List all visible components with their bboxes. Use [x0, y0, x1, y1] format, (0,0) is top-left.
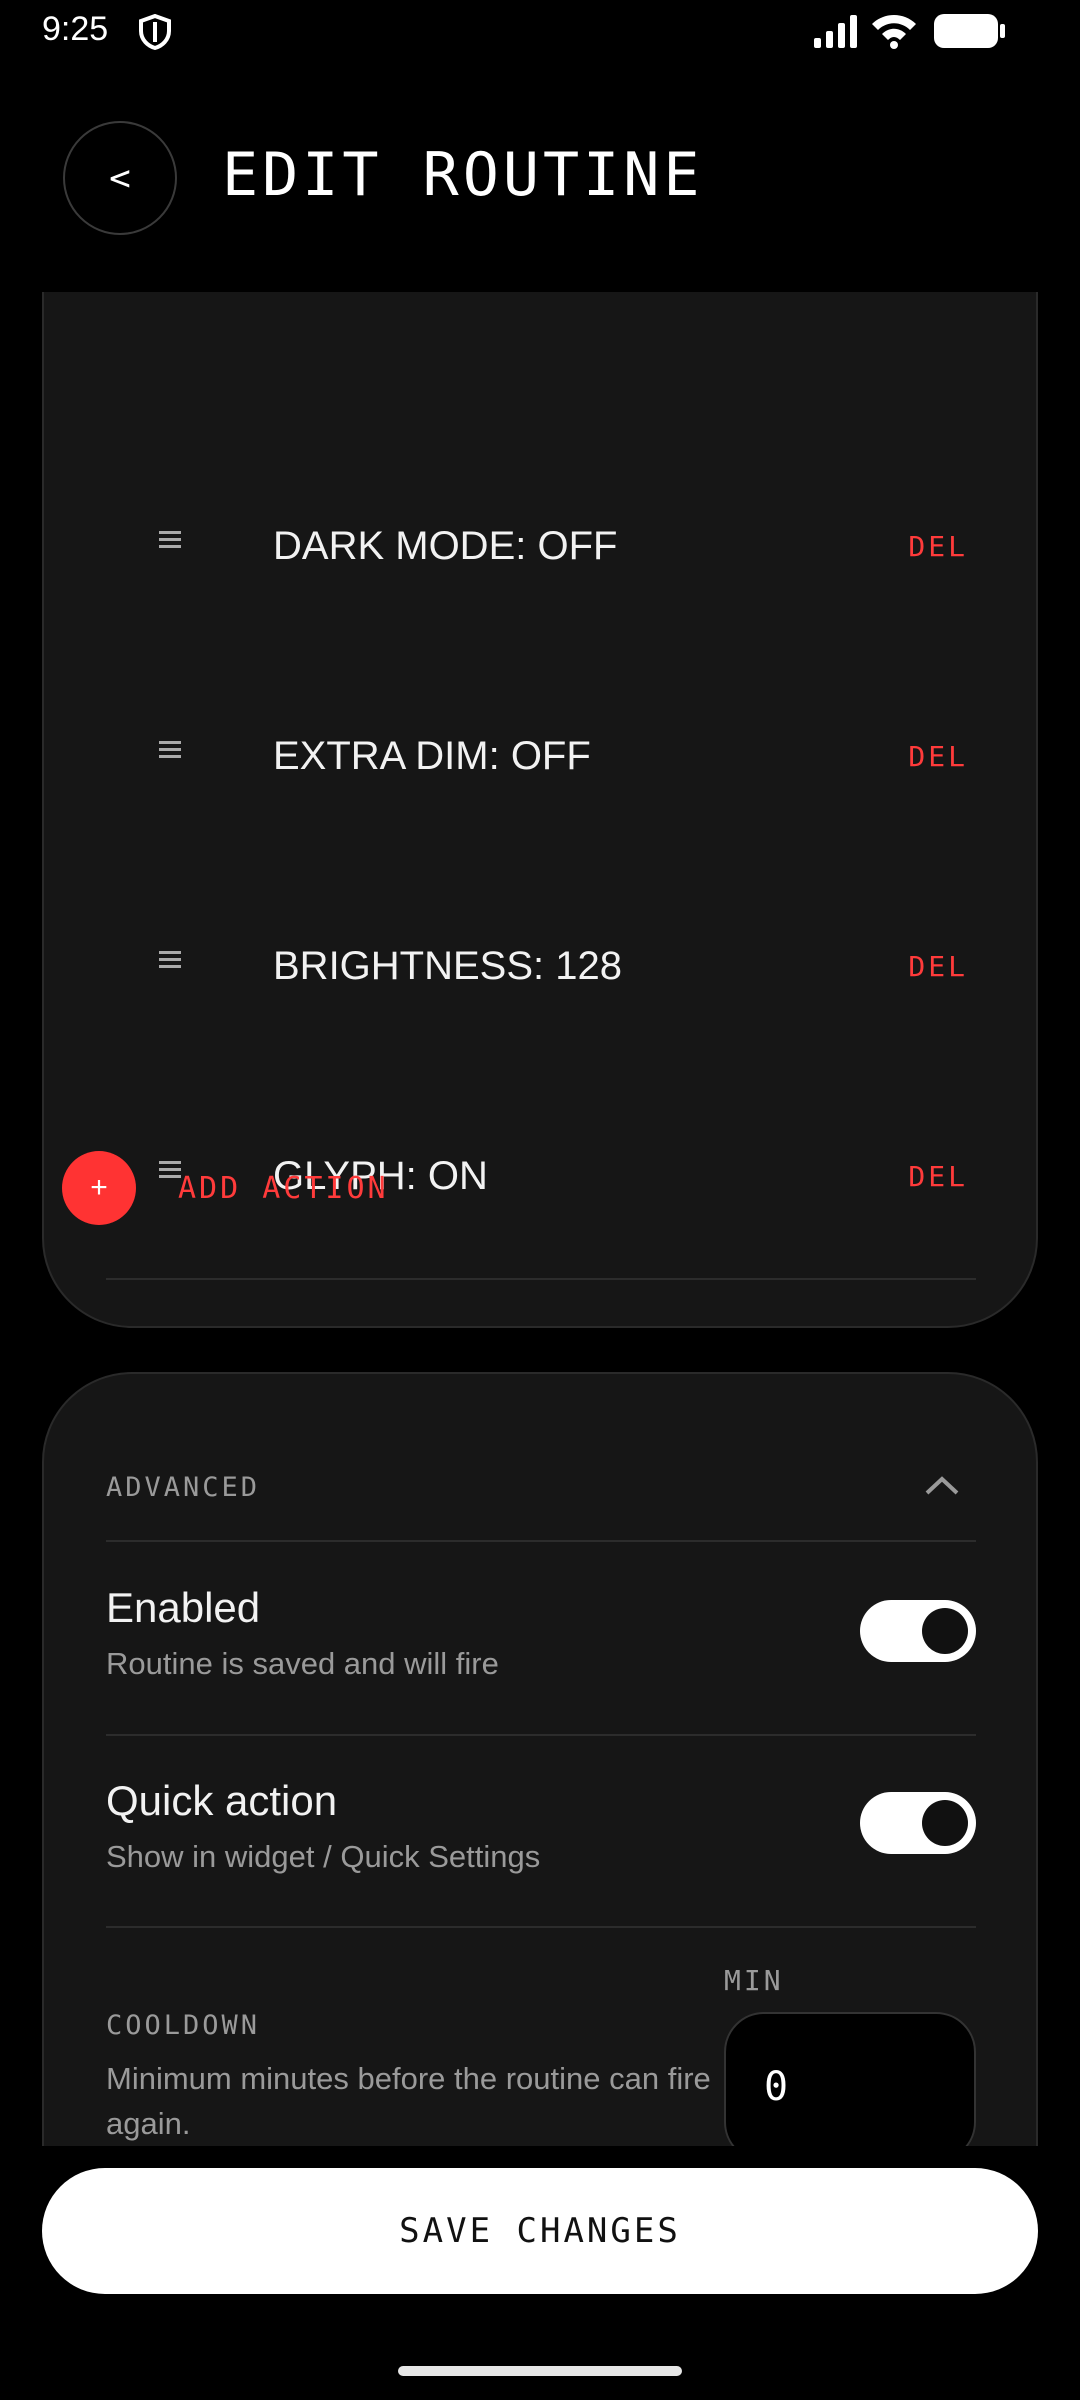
quick-action-toggle[interactable] — [860, 1792, 976, 1854]
enabled-toggle[interactable] — [860, 1600, 976, 1662]
delete-button[interactable]: DEL — [908, 1160, 968, 1193]
page-title: EDIT ROUTINE — [222, 140, 704, 210]
quick-action-description: Show in widget / Quick Settings — [106, 1839, 541, 1874]
drag-handle-icon[interactable] — [159, 740, 181, 765]
toggle-knob — [922, 1608, 968, 1654]
signal-icon — [812, 14, 860, 53]
plus-icon: + — [62, 1151, 136, 1225]
add-action-label: ADD ACTION — [178, 1170, 389, 1206]
delete-button[interactable]: DEL — [908, 950, 968, 983]
enabled-description: Routine is saved and will fire — [106, 1646, 499, 1681]
add-action-button[interactable]: + ADD ACTION — [62, 1150, 389, 1226]
cooldown-input[interactable]: 0 — [724, 2012, 976, 2146]
status-bar: 9:25 — [0, 0, 1080, 64]
advanced-card: ADVANCED Enabled Routine is saved and wi… — [42, 1372, 1038, 2146]
divider — [106, 1734, 976, 1736]
cooldown-unit-label: MIN — [724, 1964, 784, 1997]
save-changes-button[interactable]: SAVE CHANGES — [42, 2168, 1038, 2294]
drag-handle-icon[interactable] — [159, 950, 181, 975]
divider — [106, 1278, 976, 1280]
divider — [106, 1926, 976, 1928]
action-label: BRIGHTNESS: 128 — [273, 944, 623, 988]
enabled-title: Enabled — [106, 1584, 261, 1631]
cooldown-label: COOLDOWN — [106, 2010, 261, 2041]
delete-button[interactable]: DEL — [908, 530, 968, 563]
cooldown-description: Minimum minutes before the routine can f… — [106, 2061, 711, 2141]
drag-handle-icon[interactable] — [159, 530, 181, 555]
shield-icon — [138, 13, 172, 55]
chevron-up-icon[interactable] — [924, 1474, 960, 1501]
scroll-area[interactable]: DARK MODE: OFF DEL EXTRA DIM: OFF DEL BR… — [0, 292, 1080, 2146]
toggle-knob — [922, 1800, 968, 1846]
action-label: EXTRA DIM: OFF — [273, 734, 591, 778]
wifi-icon — [870, 12, 918, 55]
quick-action-title: Quick action — [106, 1777, 338, 1824]
action-row[interactable]: BRIGHTNESS: 128 DEL — [44, 922, 1040, 1012]
delete-button[interactable]: DEL — [908, 740, 968, 773]
back-icon: < — [109, 157, 131, 199]
action-row[interactable]: DARK MODE: OFF DEL — [44, 502, 1040, 592]
advanced-section-title: ADVANCED — [106, 1472, 261, 1503]
home-indicator[interactable] — [398, 2366, 682, 2376]
back-button[interactable]: < — [63, 121, 177, 235]
battery-icon — [934, 14, 1006, 53]
status-time: 9:25 — [42, 10, 109, 48]
action-row[interactable]: EXTRA DIM: OFF DEL — [44, 712, 1040, 802]
action-label: DARK MODE: OFF — [273, 524, 618, 568]
divider — [106, 1540, 976, 1542]
